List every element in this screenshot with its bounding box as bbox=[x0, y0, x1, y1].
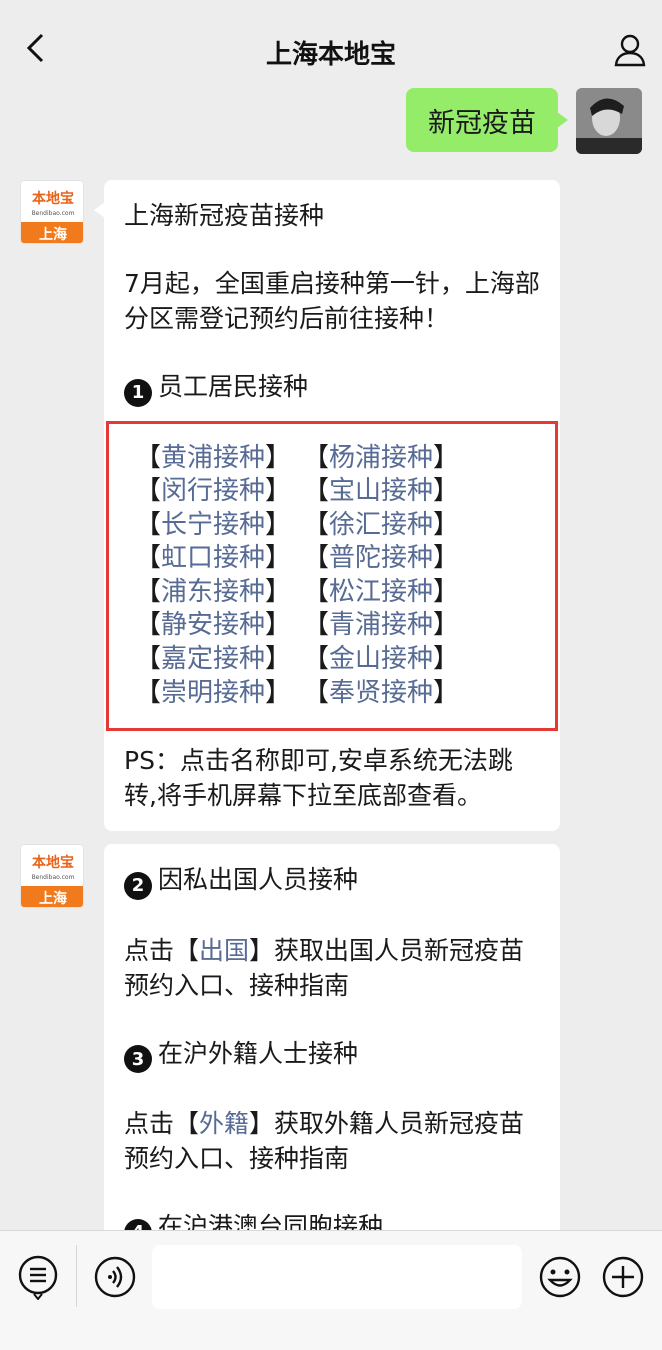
link-row: 【嘉定接种】 【金山接种】 bbox=[135, 643, 555, 677]
link-abroad[interactable]: 出国 bbox=[199, 936, 249, 965]
svg-text:上海: 上海 bbox=[39, 890, 67, 907]
link-row: 【浦东接种】 【松江接种】 bbox=[135, 576, 555, 610]
outgoing-message: 新冠疫苗 bbox=[406, 88, 642, 154]
section-3-text: 点击【外籍】获取外籍人员新冠疫苗预约入口、接种指南 bbox=[124, 1109, 525, 1173]
bendibao-avatar[interactable]: 本地宝 Bendibao.com 上海 bbox=[20, 844, 84, 908]
district-link[interactable]: 【金山接种】 bbox=[303, 643, 471, 677]
section-2-heading: 2 因私出国人员接种 bbox=[124, 862, 540, 900]
profile-icon bbox=[614, 34, 646, 67]
district-link[interactable]: 【长宁接种】 bbox=[135, 509, 303, 543]
district-link[interactable]: 【闵行接种】 bbox=[135, 475, 303, 509]
link-row: 【虹口接种】 【普陀接种】 bbox=[135, 542, 555, 576]
district-link[interactable]: 【普陀接种】 bbox=[303, 542, 471, 576]
district-links: 【黄浦接种】 【杨浦接种】 【闵行接种】 【宝山接种】 【长宁接种】 【徐汇接种】 【虹口接… bbox=[135, 442, 555, 711]
outgoing-text: 新冠疫苗 bbox=[428, 107, 536, 139]
message-bubble: 2 因私出国人员接种 点击【出国】获取出国人员新冠疫苗预约入口、接种指南 3 在沪外… bbox=[104, 844, 560, 1264]
link-row: 【黄浦接种】 【杨浦接种】 bbox=[135, 442, 555, 476]
chat-header: 上海本地宝 bbox=[0, 0, 662, 88]
incoming-message: 本地宝 Bendibao.com 上海 上海新冠疫苗接种 7月起，全国重启接种第… bbox=[20, 180, 560, 832]
outgoing-bubble[interactable]: 新冠疫苗 bbox=[406, 88, 568, 152]
toolbar-divider bbox=[76, 1245, 77, 1307]
link-foreigners[interactable]: 外籍 bbox=[199, 1109, 249, 1138]
emoji-button[interactable] bbox=[536, 1253, 584, 1301]
link-row: 【静安接种】 【青浦接种】 bbox=[135, 609, 555, 643]
chat-title: 上海本地宝 bbox=[265, 40, 396, 70]
voice-button[interactable] bbox=[91, 1253, 139, 1301]
district-link[interactable]: 【虹口接种】 bbox=[135, 542, 303, 576]
district-link[interactable]: 【黄浦接种】 bbox=[135, 442, 303, 476]
district-link[interactable]: 【青浦接种】 bbox=[303, 609, 471, 643]
more-button[interactable] bbox=[599, 1253, 647, 1301]
message-input[interactable] bbox=[152, 1245, 522, 1309]
svg-text:Bendibao.com: Bendibao.com bbox=[32, 210, 75, 217]
ps-note: PS：点击名称即可,安卓系统无法跳转,将手机屏幕下拉至底部查看。 bbox=[124, 746, 513, 811]
section-number-badge: 1 bbox=[124, 378, 152, 407]
voice-icon bbox=[94, 1256, 136, 1298]
district-link[interactable]: 【松江接种】 bbox=[303, 576, 471, 610]
district-link[interactable]: 【宝山接种】 bbox=[303, 475, 471, 509]
section-number-badge: 3 bbox=[124, 1045, 152, 1073]
link-row: 【长宁接种】 【徐汇接种】 bbox=[135, 509, 555, 543]
section-2-text: 点击【出国】获取出国人员新冠疫苗预约入口、接种指南 bbox=[124, 935, 525, 1000]
link-row: 【崇明接种】 【奉贤接种】 bbox=[135, 677, 555, 711]
section-number-badge: 2 bbox=[124, 871, 152, 900]
input-toolbar bbox=[0, 1230, 662, 1350]
district-link[interactable]: 【杨浦接种】 bbox=[303, 442, 471, 476]
message-intro: 7月起，全国重启接种第一针，上海部分区需登记预约后前往接种！ bbox=[124, 269, 540, 333]
message-title: 上海新冠疫苗接种 bbox=[124, 201, 325, 230]
svg-text:上海: 上海 bbox=[39, 226, 67, 243]
district-link[interactable]: 【徐汇接种】 bbox=[303, 509, 471, 543]
menu-button[interactable] bbox=[14, 1253, 62, 1301]
section-1-heading: 1 员工居民接种 bbox=[124, 369, 540, 407]
bendibao-avatar[interactable]: 本地宝 Bendibao.com 上海 bbox=[20, 180, 84, 244]
district-links-box: 【黄浦接种】 【杨浦接种】 【闵行接种】 【宝山接种】 【长宁接种】 【徐汇接种】 【虹口接… bbox=[106, 420, 558, 732]
district-link[interactable]: 【奉贤接种】 bbox=[303, 677, 471, 711]
svg-text:Bendibao.com: Bendibao.com bbox=[32, 874, 75, 881]
svg-text:本地宝: 本地宝 bbox=[32, 190, 74, 207]
menu-icon bbox=[18, 1255, 58, 1300]
section-3-heading: 3 在沪外籍人士接种 bbox=[124, 1036, 540, 1073]
link-row: 【闵行接种】 【宝山接种】 bbox=[135, 475, 555, 509]
emoji-icon bbox=[539, 1256, 581, 1298]
incoming-message: 本地宝 Bendibao.com 上海 2 因私出国人员接种 点击【出国】获取出国… bbox=[20, 844, 560, 1264]
district-link[interactable]: 【嘉定接种】 bbox=[135, 643, 303, 677]
message-bubble: 上海新冠疫苗接种 7月起，全国重启接种第一针，上海部分区需登记预约后前往接种！ … bbox=[94, 180, 560, 832]
svg-text:本地宝: 本地宝 bbox=[32, 854, 74, 871]
plus-icon bbox=[602, 1256, 644, 1298]
district-link[interactable]: 【崇明接种】 bbox=[135, 677, 303, 711]
district-link[interactable]: 【浦东接种】 bbox=[135, 576, 303, 610]
profile-button[interactable] bbox=[610, 30, 650, 70]
user-avatar[interactable] bbox=[576, 88, 642, 154]
district-link[interactable]: 【静安接种】 bbox=[135, 609, 303, 643]
